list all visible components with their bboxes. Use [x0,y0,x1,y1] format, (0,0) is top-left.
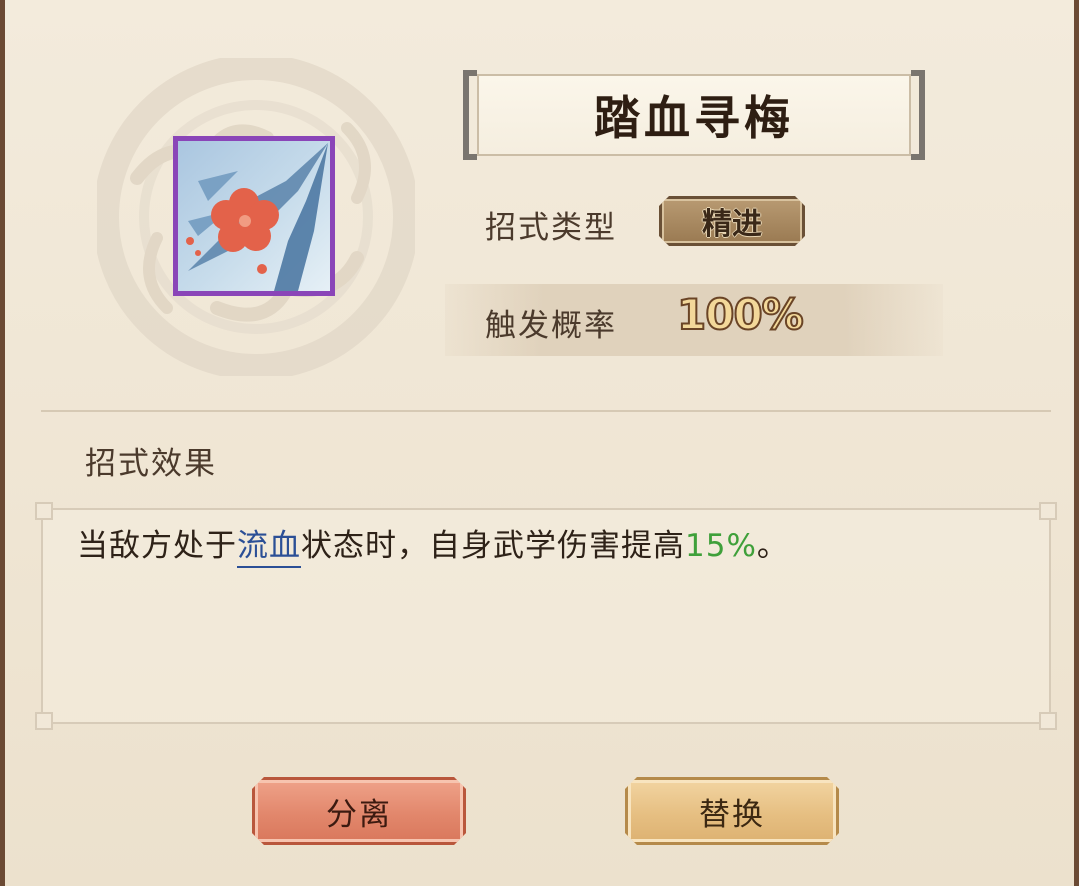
title-bracket-left [463,70,477,160]
skill-detail-panel: 踏血寻梅 招式类型 精进 触发概率 100% 招式效果 当敌方处于流血状态时，自… [0,0,1079,886]
skill-title-plate: 踏血寻梅 [463,70,925,160]
skill-type-value: 精进 [702,207,762,242]
title-bracket-right [911,70,925,160]
trigger-rate-value: 100% [676,289,805,340]
section-divider [41,410,1051,412]
box-corner-ornament [1039,502,1057,520]
box-corner-ornament [35,502,53,520]
split-button-label: 分离 [326,796,392,833]
effect-text-start: 当敌方处于 [77,528,237,564]
replace-button-label: 替换 [699,796,765,833]
replace-button[interactable]: 替换 [625,777,839,845]
skill-name: 踏血寻梅 [594,91,794,145]
damage-bonus-percent: 15% [685,528,757,564]
effect-description: 当敌方处于流血状态时，自身武学伤害提高15%。 [77,520,789,568]
title-plate-body: 踏血寻梅 [477,74,911,156]
effect-text-middle: 状态时，自身武学伤害提高 [301,528,685,564]
skill-type-label: 招式类型 [485,210,617,246]
bleed-keyword-link[interactable]: 流血 [237,528,301,568]
skill-type-badge: 精进 [659,196,805,246]
effect-text-end: 。 [756,528,789,564]
blood-plum-blossom-icon [178,141,330,291]
skill-icon[interactable] [173,136,335,296]
split-button[interactable]: 分离 [252,777,466,845]
effect-section-title: 招式效果 [85,446,217,482]
trigger-rate-label: 触发概率 [485,308,617,344]
box-corner-ornament [1039,712,1057,730]
box-corner-ornament [35,712,53,730]
